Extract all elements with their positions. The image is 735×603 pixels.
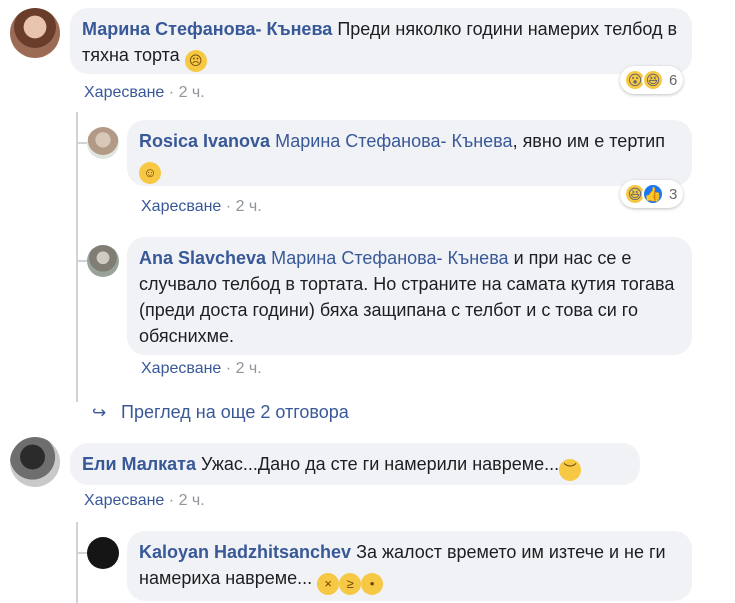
mention-link[interactable]: Марина Стефанова- Кънева <box>271 248 508 268</box>
comment-bubble: Ели Малката Ужас...Дано да сте ги намери… <box>70 443 640 485</box>
reply-thread-connector <box>76 260 87 262</box>
comment-author[interactable]: Ana Slavcheva <box>139 248 266 268</box>
separator-dot: · <box>225 198 232 215</box>
pensive-face-icon: ︶ <box>559 459 582 481</box>
separator-dot: · <box>168 492 175 509</box>
mention-link[interactable]: Марина Стефанова- Кънева <box>275 131 512 151</box>
tired-face-icon: ≥ <box>339 573 362 595</box>
avatar[interactable] <box>10 437 60 487</box>
avatar[interactable] <box>87 245 119 277</box>
crying-face-icon: • <box>361 573 384 595</box>
comment-text: , явно им е тертип <box>512 131 665 151</box>
reaction-count: 3 <box>669 185 678 203</box>
comment-bubble: Марина Стефанова- Кънева Преди няколко г… <box>70 8 692 74</box>
comment-actions: Харесване · 2 ч. <box>141 360 262 378</box>
comment-actions: Харесване · 2 ч. <box>84 84 205 102</box>
reply-bubble: Kaloyan Hadzhitsanchev За жалост времето… <box>127 531 692 601</box>
comment-timestamp[interactable]: 2 ч. <box>236 360 262 377</box>
reply-thread-line <box>76 522 78 603</box>
haha-icon: 😆 <box>642 69 664 91</box>
like-button[interactable]: Харесване <box>84 492 164 509</box>
comment-timestamp[interactable]: 2 ч. <box>179 84 205 101</box>
reply-thread-connector <box>76 552 87 554</box>
reply-thread-connector <box>76 142 87 144</box>
like-button[interactable]: Харесване <box>141 198 221 215</box>
comment-timestamp[interactable]: 2 ч. <box>236 198 262 215</box>
worried-face-icon: ☹ <box>184 50 207 72</box>
view-more-replies-link[interactable]: ↪ Преглед на още 2 отговора <box>92 402 349 423</box>
comment-timestamp[interactable]: 2 ч. <box>179 492 205 509</box>
comment-author[interactable]: Rosica Ivanova <box>139 131 270 151</box>
reply-arrow-icon: ↪ <box>92 403 107 422</box>
reply-bubble: Ana Slavcheva Марина Стефанова- Кънева и… <box>127 237 692 355</box>
separator-dot: · <box>225 360 232 377</box>
comment-actions: Харесване · 2 ч. <box>84 492 205 510</box>
avatar[interactable] <box>10 8 60 58</box>
reply-bubble: Rosica Ivanova Марина Стефанова- Кънева,… <box>127 120 692 186</box>
like-button[interactable]: Харесване <box>141 360 221 377</box>
comment-author[interactable]: Ели Малката <box>82 454 196 474</box>
reaction-count: 6 <box>669 71 678 89</box>
weary-face-icon: × <box>317 573 340 595</box>
comment-author[interactable]: Kaloyan Hadzhitsanchev <box>139 542 351 562</box>
comment-author[interactable]: Марина Стефанова- Кънева <box>82 19 332 39</box>
comment-text: Ужас...Дано да сте ги намерили навреме..… <box>201 454 560 474</box>
separator-dot: · <box>168 84 175 101</box>
reply-thread-line <box>76 112 78 402</box>
avatar[interactable] <box>87 537 119 569</box>
comment-actions: Харесване · 2 ч. <box>141 198 262 216</box>
view-more-replies-label: Преглед на още 2 отговора <box>121 402 349 422</box>
like-button[interactable]: Харесване <box>84 84 164 101</box>
grinning-face-icon: ☺ <box>139 162 161 184</box>
reactions-summary[interactable]: 😆 👍 3 <box>620 180 684 208</box>
reactions-summary[interactable]: 😮 😆 6 <box>620 66 684 94</box>
avatar[interactable] <box>87 127 119 159</box>
like-icon: 👍 <box>642 183 664 205</box>
